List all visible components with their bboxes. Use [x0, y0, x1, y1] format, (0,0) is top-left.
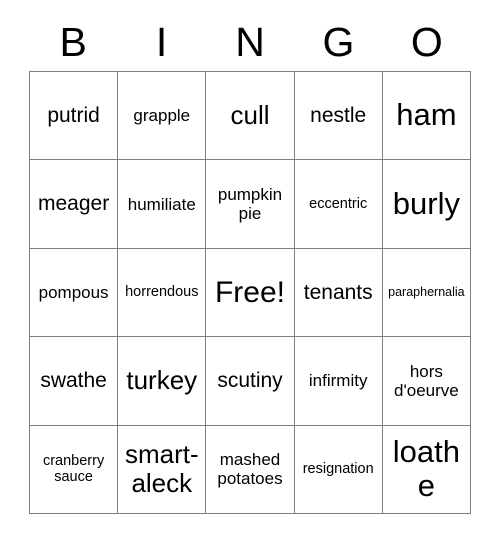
- bingo-cell-label: ham: [396, 97, 457, 133]
- bingo-cell-i3[interactable]: horrendous: [118, 248, 207, 338]
- bingo-cell-b1[interactable]: putrid: [30, 72, 119, 161]
- bingo-cell-b5[interactable]: cranberry sauce: [30, 425, 119, 514]
- bingo-cell-label: tenants: [303, 280, 373, 304]
- bingo-cell-b4[interactable]: swathe: [30, 337, 119, 426]
- bingo-cell-label: pompous: [38, 282, 109, 302]
- bingo-cell-o1[interactable]: ham: [382, 72, 471, 161]
- bingo-cell-label: grapple: [133, 106, 191, 126]
- bingo-cell-label: paraphernalia: [388, 285, 465, 300]
- bingo-header-row: B I N G O: [29, 14, 471, 70]
- bingo-cell-i1[interactable]: grapple: [118, 72, 207, 161]
- bingo-card: B I N G O putrid grapple cull nestle ham…: [0, 0, 500, 544]
- bingo-cell-label: humiliate: [127, 194, 196, 214]
- bingo-cell-o5[interactable]: loathe: [382, 425, 471, 514]
- bingo-cell-i5[interactable]: smart-aleck: [118, 425, 207, 514]
- bingo-cell-label: resignation: [302, 461, 374, 478]
- bingo-header-letter-b: B: [59, 18, 87, 65]
- bingo-cell-g1[interactable]: nestle: [294, 72, 383, 161]
- bingo-cell-label: horrendous: [125, 284, 199, 301]
- bingo-cell-b3[interactable]: pompous: [30, 248, 119, 338]
- bingo-cell-label: putrid: [47, 103, 100, 127]
- bingo-cell-label: eccentric: [309, 195, 368, 212]
- bingo-cell-i4[interactable]: turkey: [118, 337, 207, 426]
- bingo-cell-n1[interactable]: cull: [206, 72, 295, 161]
- bingo-cell-label: pumpkin pie: [217, 185, 283, 224]
- bingo-cell-label: burly: [392, 185, 460, 221]
- bingo-header-letter-o: O: [410, 18, 443, 65]
- bingo-header-letter-i: I: [155, 18, 168, 65]
- bingo-cell-b2[interactable]: meager: [30, 160, 119, 249]
- bingo-cell-label: cull: [230, 100, 270, 131]
- bingo-header-letter-n: N: [235, 18, 265, 65]
- bingo-cell-n5[interactable]: mashed potatoes: [206, 425, 295, 514]
- bingo-cell-o3[interactable]: paraphernalia: [382, 248, 471, 338]
- bingo-cell-g4[interactable]: infirmity: [294, 337, 383, 426]
- bingo-cell-o4[interactable]: hors d'oeurve: [382, 337, 471, 426]
- bingo-grid: putrid grapple cull nestle ham meager hu…: [29, 71, 471, 514]
- bingo-cell-g5[interactable]: resignation: [294, 425, 383, 514]
- bingo-cell-label: nestle: [310, 103, 367, 127]
- bingo-cell-free-space[interactable]: Free!: [206, 248, 295, 338]
- bingo-cell-label: meager: [37, 192, 110, 216]
- bingo-cell-g2[interactable]: eccentric: [294, 160, 383, 249]
- bingo-cell-label: swathe: [40, 369, 107, 393]
- bingo-cell-label: turkey: [126, 365, 198, 396]
- bingo-header-letter-g: G: [322, 18, 355, 65]
- bingo-cell-o2[interactable]: burly: [382, 160, 471, 249]
- bingo-cell-label: hors d'oeurve: [394, 361, 459, 400]
- bingo-cell-label: mashed potatoes: [217, 450, 283, 489]
- bingo-cell-n4[interactable]: scutiny: [206, 337, 295, 426]
- bingo-cell-label: infirmity: [308, 371, 368, 391]
- bingo-cell-label: cranberry sauce: [42, 453, 105, 486]
- bingo-cell-g3[interactable]: tenants: [294, 248, 383, 338]
- bingo-cell-i2[interactable]: humiliate: [118, 160, 207, 249]
- bingo-cell-n2[interactable]: pumpkin pie: [206, 160, 295, 249]
- bingo-cell-label: Free!: [214, 275, 285, 309]
- bingo-cell-label: loathe: [392, 433, 460, 504]
- bingo-cell-label: scutiny: [217, 369, 283, 393]
- bingo-cell-label: smart-aleck: [124, 439, 199, 499]
